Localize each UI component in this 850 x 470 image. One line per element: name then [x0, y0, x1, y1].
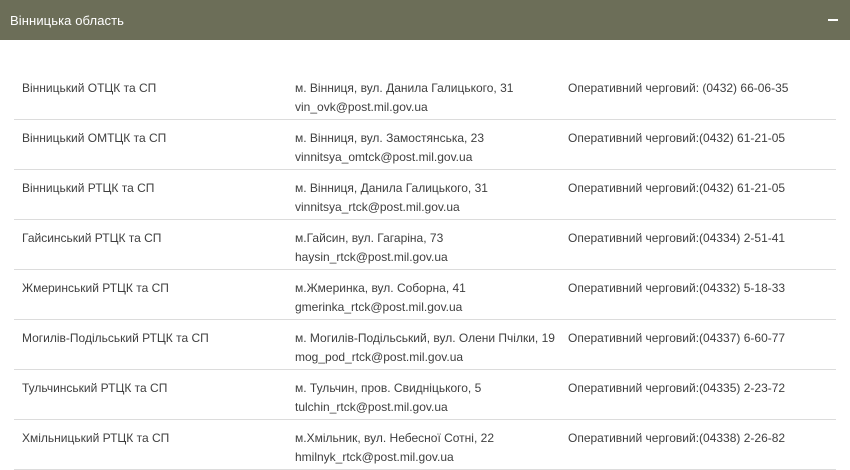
office-phone: Оперативний черговий:(04337) 6-60-77: [568, 331, 786, 345]
office-name: Гайсинський РТЦК та СП: [22, 231, 162, 245]
offices-table: Вінницький ОТЦК та СП м. Вінниця, вул. Д…: [14, 70, 836, 470]
office-email-link[interactable]: vinnitsya_omtck@post.mil.gov.ua: [295, 148, 565, 167]
table-row: Хмільницький РТЦК та СП м.Хмільник, вул.…: [14, 420, 836, 470]
office-email-link[interactable]: vin_ovk@post.mil.gov.ua: [295, 98, 565, 117]
office-address-cell: м. Вінниця, вул. Замостянська, 23 vinnit…: [295, 129, 565, 167]
region-title: Вінницька область: [10, 12, 125, 28]
office-address: м.Жмеринка, вул. Соборна, 41: [295, 281, 466, 295]
office-address-cell: м. Могилів-Подільський, вул. Олени Пчілк…: [295, 329, 565, 367]
table-row: Тульчинський РТЦК та СП м. Тульчин, пров…: [14, 370, 836, 420]
region-accordion-header[interactable]: Вінницька область: [0, 0, 850, 40]
table-row: Вінницький ОТЦК та СП м. Вінниця, вул. Д…: [14, 70, 836, 120]
office-address: м. Вінниця, Данила Галицького, 31: [295, 181, 488, 195]
office-email-link[interactable]: gmerinka_rtck@post.mil.gov.ua: [295, 298, 565, 317]
office-address-cell: м.Гайсин, вул. Гагаріна, 73 haysin_rtck@…: [295, 229, 565, 267]
office-name: Вінницький РТЦК та СП: [22, 181, 155, 195]
office-name: Вінницький ОМТЦК та СП: [22, 131, 167, 145]
office-address-cell: м. Тульчин, пров. Свидніцького, 5 tulchi…: [295, 379, 565, 417]
office-name: Жмеринський РТЦК та СП: [22, 281, 169, 295]
table-row: Жмеринський РТЦК та СП м.Жмеринка, вул. …: [14, 270, 836, 320]
office-email-link[interactable]: vinnitsya_rtck@post.mil.gov.ua: [295, 198, 565, 217]
office-name: Тульчинський РТЦК та СП: [22, 381, 168, 395]
office-address: м. Вінниця, вул. Данила Галицького, 31: [295, 81, 514, 95]
office-address-cell: м. Вінниця, Данила Галицького, 31 vinnit…: [295, 179, 565, 217]
table-row: Гайсинський РТЦК та СП м.Гайсин, вул. Га…: [14, 220, 836, 270]
table-row: Вінницький РТЦК та СП м. Вінниця, Данила…: [14, 170, 836, 220]
office-address: м. Вінниця, вул. Замостянська, 23: [295, 131, 485, 145]
office-address: м. Могилів-Подільський, вул. Олени Пчілк…: [295, 331, 555, 345]
office-email-link[interactable]: tulchin_rtck@post.mil.gov.ua: [295, 398, 565, 417]
office-address: м.Хмільник, вул. Небесної Сотні, 22: [295, 431, 494, 445]
office-phone: Оперативний черговий:(04335) 2-23-72: [568, 381, 786, 395]
office-phone: Оперативний черговий:(0432) 61-21-05: [568, 131, 786, 145]
table-row: Вінницький ОМТЦК та СП м. Вінниця, вул. …: [14, 120, 836, 170]
office-address-cell: м. Вінниця, вул. Данила Галицького, 31 v…: [295, 79, 565, 117]
minus-icon[interactable]: [828, 19, 838, 21]
office-phone: Оперативний черговий:(04334) 2-51-41: [568, 231, 786, 245]
office-name: Вінницький ОТЦК та СП: [22, 81, 157, 95]
office-address: м.Гайсин, вул. Гагаріна, 73: [295, 231, 444, 245]
office-address: м. Тульчин, пров. Свидніцького, 5: [295, 381, 482, 395]
office-address-cell: м.Жмеринка, вул. Соборна, 41 gmerinka_rt…: [295, 279, 565, 317]
office-address-cell: м.Хмільник, вул. Небесної Сотні, 22 hmil…: [295, 429, 565, 467]
office-name: Могилів-Подільський РТЦК та СП: [22, 331, 209, 345]
office-phone: Оперативний черговий: (0432) 66-06-35: [568, 81, 789, 95]
office-name: Хмільницький РТЦК та СП: [22, 431, 170, 445]
office-email-link[interactable]: hmilnyk_rtck@post.mil.gov.ua: [295, 448, 565, 467]
office-phone: Оперативний черговий:(04332) 5-18-33: [568, 281, 786, 295]
table-row: Могилів-Подільський РТЦК та СП м. Могилі…: [14, 320, 836, 370]
office-email-link[interactable]: mog_pod_rtck@post.mil.gov.ua: [295, 348, 565, 367]
office-phone: Оперативний черговий:(04338) 2-26-82: [568, 431, 786, 445]
office-email-link[interactable]: haysin_rtck@post.mil.gov.ua: [295, 248, 565, 267]
office-phone: Оперативний черговий:(0432) 61-21-05: [568, 181, 786, 195]
